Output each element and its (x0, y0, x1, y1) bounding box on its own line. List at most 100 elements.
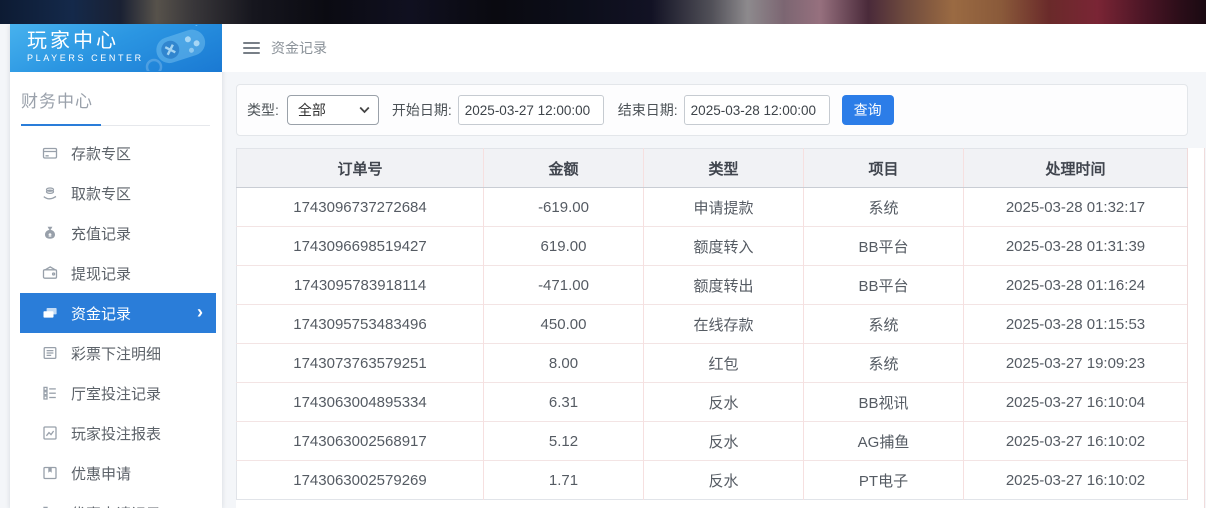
table-cell: BB平台 (804, 227, 964, 266)
table-cell: 2025-03-27 19:09:23 (964, 344, 1188, 383)
document-lines-icon (42, 345, 58, 361)
table-cell: 反水 (644, 383, 804, 422)
table-cell: 2025-03-28 01:31:39 (964, 227, 1188, 266)
table-cell: AG捕鱼 (804, 422, 964, 461)
table-cell: 反水 (644, 422, 804, 461)
sidebar-menu: 存款专区取款专区充值记录提现记录资金记录 › 彩票下注明细厅室投注记录玩家投注报表优… (10, 133, 222, 508)
end-date-input[interactable] (684, 95, 830, 125)
sidebar-item-promo-apply[interactable]: 优惠申请 (10, 453, 222, 493)
column-header: 金额 (484, 149, 644, 188)
search-button[interactable]: 查询 (842, 95, 894, 125)
sidebar-item-withdraw-zone[interactable]: 取款专区 (10, 173, 222, 213)
type-select[interactable]: 全部 (287, 95, 379, 125)
sidebar-item-label: 彩票下注明细 (71, 343, 161, 364)
sidebar-item-label: 存款专区 (71, 143, 131, 164)
withdraw-hand-icon (42, 185, 58, 201)
sidebar-item-label: 资金记录 (71, 303, 131, 324)
table-cell: 2025-03-28 01:32:17 (964, 188, 1188, 227)
table-body: 1743096737272684-619.00申请提款系统2025-03-28 … (237, 188, 1188, 500)
table-row: 1743096737272684-619.00申请提款系统2025-03-28 … (237, 188, 1188, 227)
table-cell: 8.00 (484, 344, 644, 383)
funds-table-zone: 订单号金额类型项目处理时间 1743096737272684-619.00申请提… (236, 148, 1205, 508)
deposit-card-icon (42, 145, 58, 161)
table-cell: 1743096698519427 (237, 227, 484, 266)
table-cell: 申请提款 (644, 188, 804, 227)
table-cell: 1743063002579269 (237, 461, 484, 500)
table-cell: 反水 (644, 461, 804, 500)
table-cell: 1743063002568917 (237, 422, 484, 461)
column-header: 类型 (644, 149, 804, 188)
checklist-icon (42, 385, 58, 401)
table-cell: 619.00 (484, 227, 644, 266)
ribbon-box-icon (42, 465, 58, 481)
sidebar-item-funds-records[interactable]: 资金记录 › (20, 293, 216, 333)
table-cell: 1743063004895334 (237, 383, 484, 422)
top-banner-image (0, 0, 1206, 24)
sidebar-item-deposit-zone[interactable]: 存款专区 (10, 133, 222, 173)
menu-toggle-icon[interactable] (243, 42, 260, 54)
column-header: 处理时间 (964, 149, 1188, 188)
table-cell: BB平台 (804, 266, 964, 305)
table-cell: 6.31 (484, 383, 644, 422)
table-cell: 系统 (804, 344, 964, 383)
sidebar-item-label: 优惠申请记录 (71, 503, 161, 508)
table-cell: 1743073763579251 (237, 344, 484, 383)
table-cell: 450.00 (484, 305, 644, 344)
table-row: 17430630048953346.31反水BB视讯2025-03-27 16:… (237, 383, 1188, 422)
sidebar-header: 玩家中心 PLAYERS CENTER (10, 24, 222, 72)
table-cell: 系统 (804, 188, 964, 227)
table-header: 订单号金额类型项目处理时间 (237, 149, 1188, 188)
column-header: 订单号 (237, 149, 484, 188)
table-cell: -619.00 (484, 188, 644, 227)
end-date-label: 结束日期: (618, 100, 678, 120)
table-cell: 2025-03-28 01:15:53 (964, 305, 1188, 344)
table-row: 1743095783918114-471.00额度转出BB平台2025-03-2… (237, 266, 1188, 305)
breadcrumb-label: 资金记录 (271, 38, 327, 58)
table-cell: 红包 (644, 344, 804, 383)
table-cell: 2025-03-27 16:10:02 (964, 461, 1188, 500)
start-date-label: 开始日期: (392, 100, 452, 120)
sidebar-item-label: 提现记录 (71, 263, 131, 284)
table-row: 1743095753483496450.00在线存款系统2025-03-28 0… (237, 305, 1188, 344)
sidebar-item-label: 充值记录 (71, 223, 131, 244)
column-header: 项目 (804, 149, 964, 188)
sidebar-item-player-bet-report[interactable]: 玩家投注报表 (10, 413, 222, 453)
table-row: 17430630025689175.12反水AG捕鱼2025-03-27 16:… (237, 422, 1188, 461)
table-row: 17430630025792691.71反水PT电子2025-03-27 16:… (237, 461, 1188, 500)
table-cell: 额度转出 (644, 266, 804, 305)
banknotes-icon (42, 305, 58, 321)
wallet-icon (42, 265, 58, 281)
type-select-value: 全部 (298, 100, 326, 120)
table-cell: 2025-03-28 01:16:24 (964, 266, 1188, 305)
gamepad-icon (140, 25, 218, 72)
sidebar-section-header: 财务中心 (10, 72, 222, 126)
sidebar-item-hall-bet-records[interactable]: 厅室投注记录 (10, 373, 222, 413)
chart-box-icon (42, 425, 58, 441)
sidebar-item-promo-apply-records[interactable]: 优惠申请记录 (10, 493, 222, 508)
table-cell: 额度转入 (644, 227, 804, 266)
sidebar-item-label: 优惠申请 (71, 463, 131, 484)
table-cell: 2025-03-27 16:10:04 (964, 383, 1188, 422)
sidebar-item-label: 厅室投注记录 (71, 383, 161, 404)
sidebar-item-lottery-bet-detail[interactable]: 彩票下注明细 (10, 333, 222, 373)
sidebar-item-recharge-records[interactable]: 充值记录 (10, 213, 222, 253)
table-row: 17430737635792518.00红包系统2025-03-27 19:09… (237, 344, 1188, 383)
table-cell: 系统 (804, 305, 964, 344)
breadcrumb: 资金记录 (222, 24, 1206, 72)
table-cell: BB视讯 (804, 383, 964, 422)
section-title: 财务中心 (21, 87, 210, 112)
money-bag-icon (42, 225, 58, 241)
sidebar-item-withdraw-records[interactable]: 提现记录 (10, 253, 222, 293)
chevron-right-icon: › (197, 302, 203, 322)
table-cell: 1.71 (484, 461, 644, 500)
chevron-down-icon (359, 106, 370, 114)
start-date-input[interactable] (458, 95, 604, 125)
sidebar: 玩家中心 PLAYERS CENTER 财务中心 存款专区取款专区充值记录提现记… (10, 24, 222, 508)
sidebar-item-label: 取款专区 (71, 183, 131, 204)
table-cell: 1743096737272684 (237, 188, 484, 227)
type-label: 类型: (247, 100, 279, 120)
filter-panel: 类型: 全部 开始日期: 结束日期: 查询 (236, 84, 1188, 136)
table-cell: PT电子 (804, 461, 964, 500)
section-divider (21, 125, 210, 126)
table-cell: 5.12 (484, 422, 644, 461)
